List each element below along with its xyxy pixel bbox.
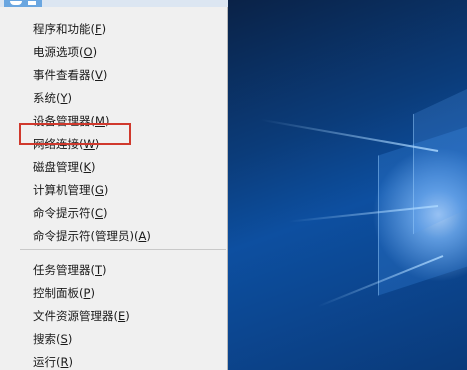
menu-item-accelerator: R: [60, 355, 69, 369]
menu-item-control-panel[interactable]: 控制面板(P): [0, 282, 228, 305]
menu-item-system[interactable]: 系统(Y): [0, 87, 228, 110]
wallpaper-light-pane: [413, 85, 467, 235]
menu-item-label: 控制面板: [33, 286, 79, 300]
menu-item-task-manager[interactable]: 任务管理器(T): [0, 259, 228, 282]
menu-item-label: 设备管理器: [33, 114, 91, 128]
menu-item-label: 程序和功能: [33, 22, 91, 36]
menu-item-file-explorer[interactable]: 文件资源管理器(E): [0, 305, 228, 328]
menu-item-accelerator: C: [95, 206, 104, 220]
menu-item-accelerator: W: [83, 137, 95, 151]
desktop-wallpaper: [228, 0, 467, 370]
menu-item-label: 运行: [33, 355, 56, 369]
menu-item-label: 事件查看器: [33, 68, 91, 82]
menu-item-label: 网络连接: [33, 137, 79, 151]
menu-item-label: 磁盘管理: [33, 160, 79, 174]
menu-item-label: 任务管理器: [33, 263, 91, 277]
winx-context-menu: 程序和功能(F) 电源选项(O) 事件查看器(V) 系统(Y) 设备管理器(M) 网络连接…: [0, 7, 228, 370]
menu-item-disk-management[interactable]: 磁盘管理(K): [0, 156, 228, 179]
menu-item-label: 搜索: [33, 332, 56, 346]
window-icon: [28, 1, 36, 5]
menu-item-accelerator: V: [95, 68, 103, 82]
menu-item-power-options[interactable]: 电源选项(O): [0, 41, 228, 64]
menu-separator: [20, 249, 226, 250]
menu-item-label: 命令提示符(管理员): [33, 229, 134, 243]
menu-item-event-viewer[interactable]: 事件查看器(V): [0, 64, 228, 87]
menu-item-search[interactable]: 搜索(S): [0, 328, 228, 351]
user-icon: [10, 1, 22, 5]
menu-item-device-manager[interactable]: 设备管理器(M): [0, 110, 228, 133]
taskbar-fragment: [0, 0, 228, 8]
menu-item-label: 文件资源管理器: [33, 309, 114, 323]
menu-item-command-prompt-admin[interactable]: 命令提示符(管理员)(A): [0, 225, 228, 248]
menu-item-accelerator: S: [60, 332, 68, 346]
menu-item-accelerator: O: [83, 45, 93, 59]
menu-item-accelerator: G: [95, 183, 104, 197]
menu-item-accelerator: Y: [60, 91, 68, 105]
menu-item-label: 电源选项: [33, 45, 79, 59]
wallpaper-light-beam: [260, 118, 439, 152]
menu-item-label: 命令提示符: [33, 206, 91, 220]
menu-item-run[interactable]: 运行(R): [0, 351, 228, 370]
menu-item-accelerator: T: [95, 263, 103, 277]
menu-item-command-prompt[interactable]: 命令提示符(C): [0, 202, 228, 225]
menu-item-network-connections[interactable]: 网络连接(W): [0, 133, 228, 156]
menu-item-computer-management[interactable]: 计算机管理(G): [0, 179, 228, 202]
menu-item-accelerator: K: [83, 160, 92, 174]
desktop: 程序和功能(F) 电源选项(O) 事件查看器(V) 系统(Y) 设备管理器(M) 网络连接…: [0, 0, 467, 370]
menu-item-accelerator: M: [95, 114, 105, 128]
menu-item-accelerator: F: [95, 22, 102, 36]
menu-item-programs-features[interactable]: 程序和功能(F): [0, 18, 228, 41]
menu-item-label: 计算机管理: [33, 183, 91, 197]
menu-item-label: 系统: [33, 91, 56, 105]
